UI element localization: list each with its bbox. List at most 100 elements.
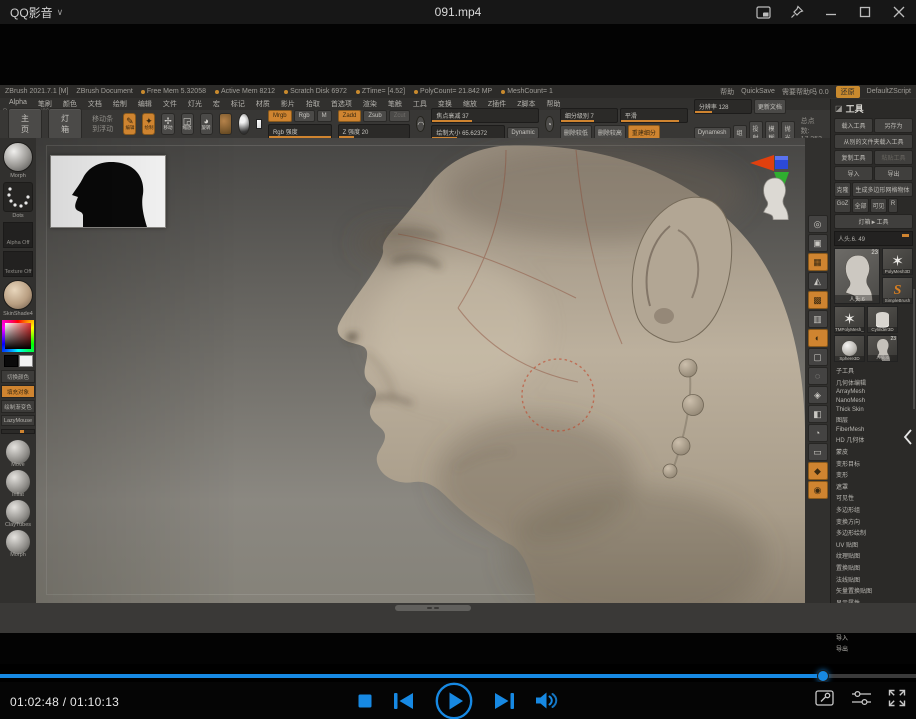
menu-item[interactable]: 影片 bbox=[276, 98, 300, 109]
alpha-selector[interactable]: Alpha Off bbox=[3, 222, 33, 248]
subpalette-header[interactable]: 变形 bbox=[834, 469, 913, 481]
zbrush-zscript[interactable]: DefaultZScript bbox=[867, 88, 911, 95]
paint-color-swatch[interactable] bbox=[256, 119, 262, 129]
settings-sliders-button[interactable] bbox=[851, 689, 871, 712]
menu-item[interactable]: 文档 bbox=[83, 98, 107, 109]
dynamesh-resolution-slider[interactable]: 分辨率 128 bbox=[694, 99, 752, 114]
subpalette-header[interactable]: 几何体编辑 bbox=[834, 377, 913, 389]
sculptris-icon[interactable]: ◔ bbox=[545, 116, 554, 132]
sdiv-level-slider[interactable]: 细分级别 7 bbox=[560, 108, 618, 123]
right-shelf-icon-button[interactable]: ◈ bbox=[808, 386, 828, 404]
subpalette-header[interactable]: NanoMesh bbox=[834, 397, 913, 406]
right-shelf-icon-button[interactable]: ▦ bbox=[808, 253, 828, 271]
tool-thumbnail[interactable]: Cylinder3D bbox=[867, 306, 898, 333]
close-button[interactable] bbox=[882, 0, 916, 24]
import-button[interactable]: 导入 bbox=[834, 166, 873, 181]
draw-mode-button[interactable]: ✦绘制 bbox=[142, 113, 155, 135]
zbrush-help[interactable]: 帮助 bbox=[720, 87, 734, 97]
seek-bar[interactable] bbox=[0, 674, 916, 678]
right-shelf-icon-button[interactable]: ◎ bbox=[808, 215, 828, 233]
m-button[interactable]: M bbox=[317, 110, 332, 122]
seek-thumb[interactable] bbox=[817, 670, 829, 682]
maximize-button[interactable] bbox=[848, 0, 882, 24]
home-button[interactable]: 主页 bbox=[8, 108, 42, 140]
material-thumbnail[interactable] bbox=[3, 280, 33, 310]
quick-brush-thumbnail[interactable] bbox=[6, 500, 30, 524]
mrgb-button[interactable]: Mrgb bbox=[268, 110, 292, 122]
stroke-thumbnail[interactable] bbox=[3, 182, 33, 212]
menu-item[interactable]: 标记 bbox=[226, 98, 250, 109]
subpalette-header[interactable]: 法线贴图 bbox=[834, 573, 913, 585]
smooth-slider[interactable]: 平滑 bbox=[620, 108, 688, 123]
right-shelf-icon-button[interactable]: ▥ bbox=[808, 310, 828, 328]
right-shelf-icon-button[interactable]: ▭ bbox=[808, 443, 828, 461]
palette-scrollbar[interactable] bbox=[913, 289, 915, 409]
menu-item[interactable]: 绘制 bbox=[108, 98, 132, 109]
zbrush-need-help[interactable]: 需要帮助吗 0.0 bbox=[782, 87, 829, 97]
quick-brush-thumbnail[interactable] bbox=[6, 470, 30, 494]
menu-item[interactable]: 工具 bbox=[408, 98, 432, 109]
lightbox-button[interactable]: 灯箱 bbox=[48, 108, 82, 140]
stop-button[interactable] bbox=[358, 694, 372, 708]
goz-r-button[interactable]: R bbox=[888, 198, 898, 213]
tray-handle[interactable] bbox=[395, 605, 471, 611]
mini-mode-button[interactable] bbox=[746, 0, 780, 24]
subpalette-header[interactable]: 多边形绘制 bbox=[834, 527, 913, 539]
subpalette-header[interactable]: 纹理贴图 bbox=[834, 550, 913, 562]
lightbox-tool-button[interactable]: 灯箱►工具 bbox=[834, 214, 913, 229]
zbrush-quicksave[interactable]: QuickSave bbox=[741, 88, 775, 95]
color-picker[interactable] bbox=[2, 320, 34, 352]
zadd-button[interactable]: Zadd bbox=[338, 110, 362, 122]
menu-item[interactable]: 材质 bbox=[251, 98, 275, 109]
menu-item[interactable]: 文件 bbox=[158, 98, 182, 109]
subpalette-header[interactable]: 置换贴图 bbox=[834, 562, 913, 574]
subpalette-header[interactable]: 导出 bbox=[834, 643, 913, 655]
tray-button[interactable]: 绘制渐变色 bbox=[1, 400, 35, 413]
minimize-button[interactable] bbox=[814, 0, 848, 24]
load-from-folder-button[interactable]: 从别的文件夹载入工具 bbox=[834, 134, 913, 149]
stroke-curve-icon[interactable]: ◠ bbox=[416, 116, 425, 132]
subpalette-header[interactable]: FiberMesh bbox=[834, 426, 913, 435]
clone-button[interactable]: 克隆 bbox=[834, 182, 851, 197]
fullscreen-button[interactable] bbox=[888, 689, 906, 712]
rgb-intensity-slider[interactable]: Rgb 强度 bbox=[268, 124, 332, 139]
menu-item[interactable]: 灯光 bbox=[183, 98, 207, 109]
current-brush-thumbnail[interactable] bbox=[219, 113, 232, 135]
app-menu-button[interactable]: QQ影音 ∨ bbox=[10, 0, 63, 24]
zbrush-restore-button[interactable]: 还原 bbox=[836, 86, 860, 98]
tray-button[interactable]: 填充对象 bbox=[1, 385, 35, 398]
goz-visible-button[interactable]: 可见 bbox=[870, 198, 887, 213]
update-document-button[interactable]: 更新文档 bbox=[754, 99, 786, 114]
move-mode-button[interactable]: ✢移动 bbox=[161, 113, 174, 135]
subpalette-header[interactable]: 矢量置换贴图 bbox=[834, 585, 913, 597]
pin-on-top-button[interactable] bbox=[780, 0, 814, 24]
right-shelf-icon-button[interactable]: ◭ bbox=[808, 272, 828, 290]
rgb-button[interactable]: Rgb bbox=[294, 110, 315, 122]
subpalette-header[interactable]: 子工具 bbox=[834, 365, 913, 377]
tool-thumbnail[interactable]: SSimpleBrush bbox=[882, 277, 913, 304]
menu-item[interactable]: 拾取 bbox=[301, 98, 325, 109]
right-shelf-icon-button[interactable]: ▢ bbox=[808, 348, 828, 366]
right-shelf-icon-button[interactable]: ◌ bbox=[808, 367, 828, 385]
export-button[interactable]: 导出 bbox=[874, 166, 913, 181]
goz-button[interactable]: GoZ bbox=[834, 198, 851, 213]
active-tool-thumbnail[interactable]: 23 人头.6 bbox=[834, 248, 880, 304]
zsub-button[interactable]: Zsub bbox=[363, 110, 386, 122]
play-button[interactable] bbox=[435, 682, 473, 719]
screen-adjust-button[interactable] bbox=[815, 689, 834, 712]
z-intensity-slider[interactable]: Z 强度 20 bbox=[338, 124, 411, 139]
lazy-radius-slider[interactable] bbox=[1, 429, 35, 434]
subpalette-header[interactable]: 遮罩 bbox=[834, 481, 913, 493]
rotate-mode-button[interactable]: ◕旋转 bbox=[200, 113, 213, 135]
subpalette-header[interactable]: HD 几何体 bbox=[834, 434, 913, 446]
menu-item[interactable]: 编辑 bbox=[133, 98, 157, 109]
right-shelf-icon-button[interactable]: ◆ bbox=[808, 462, 828, 480]
right-shelf-icon-button[interactable]: ▩ bbox=[808, 291, 828, 309]
make-polymesh-button[interactable]: 生成多边形网格物体 bbox=[852, 182, 913, 197]
scale-mode-button[interactable]: ◲缩放 bbox=[181, 113, 194, 135]
right-shelf-icon-button[interactable]: ▣ bbox=[808, 234, 828, 252]
tool-thumbnail[interactable]: ✶TMPolyMesh_1 bbox=[834, 306, 865, 333]
subpalette-header[interactable]: 多边形组 bbox=[834, 504, 913, 516]
dynamesh-button[interactable]: Dynamesh bbox=[694, 127, 731, 139]
subpalette-header[interactable]: 蒙皮 bbox=[834, 446, 913, 458]
